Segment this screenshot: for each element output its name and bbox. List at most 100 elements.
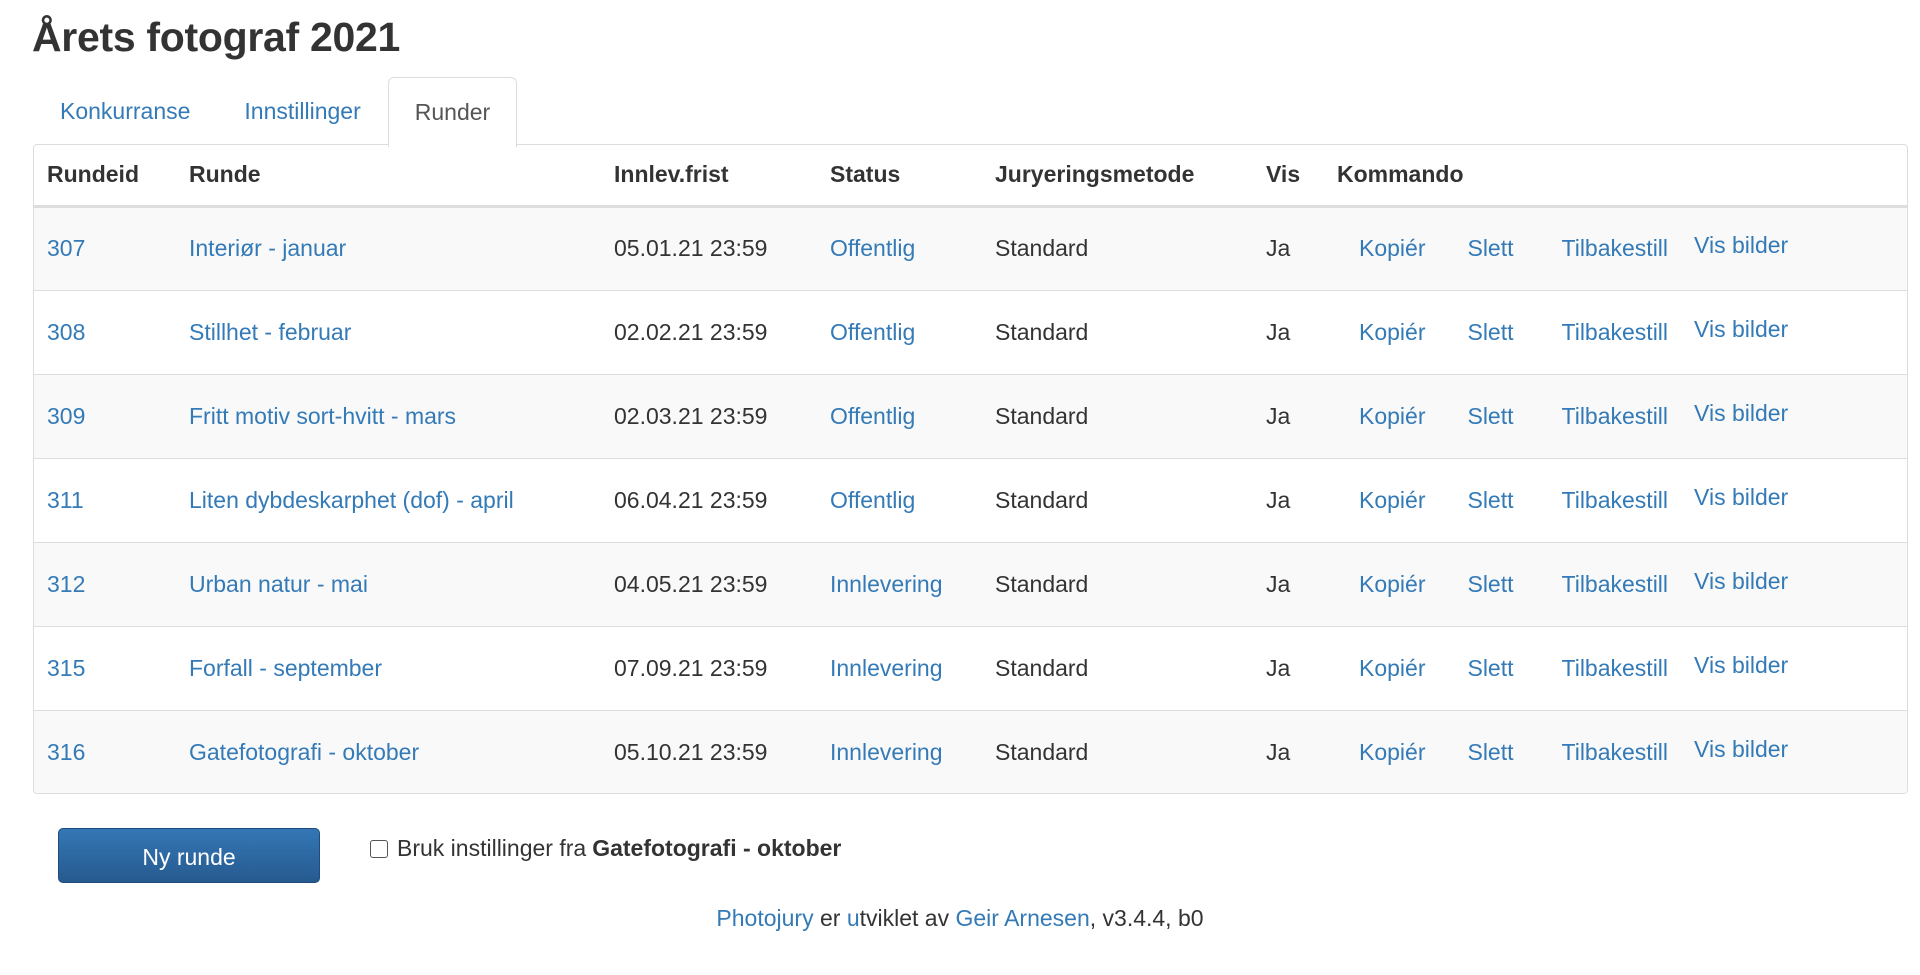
- round-name-link[interactable]: Urban natur - mai: [189, 571, 368, 597]
- table-body: 307 Interiør - januar 05.01.21 23:59 Offent…: [34, 205, 1907, 793]
- copy-round-link[interactable]: Kopiér: [1359, 571, 1425, 598]
- copy-round-link[interactable]: Kopiér: [1359, 655, 1425, 682]
- row-deadline: 05.01.21 23:59: [601, 205, 817, 290]
- round-id-link[interactable]: 307: [47, 235, 85, 261]
- round-status-link[interactable]: Offentlig: [830, 319, 915, 345]
- copy-round-link[interactable]: Kopiér: [1359, 319, 1425, 346]
- round-name-link[interactable]: Forfall - september: [189, 655, 382, 681]
- row-method: Standard: [982, 541, 1253, 626]
- row-name-cell[interactable]: Liten dybdeskarphet (dof) - april: [176, 457, 601, 542]
- delete-round-link[interactable]: Slett: [1467, 739, 1513, 766]
- round-id-link[interactable]: 312: [47, 571, 85, 597]
- row-id-link[interactable]: 315: [34, 625, 176, 710]
- row-show: Ja: [1253, 205, 1324, 290]
- round-status-link[interactable]: Innlevering: [830, 571, 943, 597]
- row-name-cell[interactable]: Interiør - januar: [176, 205, 601, 290]
- row-name-cell[interactable]: Stillhet - februar: [176, 289, 601, 374]
- footer-u-link[interactable]: u: [847, 905, 860, 931]
- delete-round-link[interactable]: Slett: [1467, 235, 1513, 262]
- row-commands: Kopiér Slett Tilbakestill Vis bilder: [1324, 709, 1907, 793]
- footer-text-utviklet: tviklet av: [859, 905, 950, 931]
- round-name-link[interactable]: Fritt motiv sort-hvitt - mars: [189, 403, 456, 429]
- tab-runder[interactable]: Runder: [387, 77, 518, 147]
- round-id-link[interactable]: 315: [47, 655, 85, 681]
- round-name-link[interactable]: Liten dybdeskarphet (dof) - april: [189, 487, 514, 513]
- use-settings-checkbox[interactable]: [370, 839, 388, 858]
- row-name-cell[interactable]: Fritt motiv sort-hvitt - mars: [176, 373, 601, 458]
- row-status-cell[interactable]: Offentlig: [817, 289, 982, 374]
- show-images-link[interactable]: Vis bilder: [1694, 232, 1788, 259]
- table-row: 311 Liten dybdeskarphet (dof) - april 06.0…: [34, 457, 1907, 542]
- round-id-link[interactable]: 316: [47, 739, 85, 765]
- row-id-link[interactable]: 308: [34, 289, 176, 374]
- author-link[interactable]: Geir Arnesen: [956, 905, 1090, 931]
- round-status-link[interactable]: Offentlig: [830, 235, 915, 261]
- row-commands: Kopiér Slett Tilbakestill Vis bilder: [1324, 373, 1907, 458]
- reset-round-link[interactable]: Tilbakestill: [1562, 655, 1669, 682]
- delete-round-link[interactable]: Slett: [1467, 403, 1513, 430]
- reset-round-link[interactable]: Tilbakestill: [1562, 739, 1669, 766]
- round-id-link[interactable]: 308: [47, 319, 85, 345]
- photojury-link[interactable]: Photojury: [716, 905, 813, 931]
- round-status-link[interactable]: Innlevering: [830, 655, 943, 681]
- copy-round-link[interactable]: Kopiér: [1359, 235, 1425, 262]
- reset-round-link[interactable]: Tilbakestill: [1562, 403, 1669, 430]
- show-images-link[interactable]: Vis bilder: [1694, 652, 1788, 679]
- use-settings-round-name: Gatefotografi - oktober: [592, 835, 842, 861]
- footer: Photojury er utviklet av Geir Arnesen, v…: [0, 905, 1920, 932]
- header-rundeid: Rundeid: [34, 145, 176, 208]
- row-status-cell[interactable]: Offentlig: [817, 457, 982, 542]
- round-name-link[interactable]: Gatefotografi - oktober: [189, 739, 419, 765]
- copy-round-link[interactable]: Kopiér: [1359, 487, 1425, 514]
- show-images-link[interactable]: Vis bilder: [1694, 736, 1788, 763]
- delete-round-link[interactable]: Slett: [1467, 571, 1513, 598]
- show-images-link[interactable]: Vis bilder: [1694, 316, 1788, 343]
- delete-round-link[interactable]: Slett: [1467, 655, 1513, 682]
- row-method: Standard: [982, 289, 1253, 374]
- round-name-link[interactable]: Interiør - januar: [189, 235, 346, 261]
- show-images-link[interactable]: Vis bilder: [1694, 484, 1788, 511]
- row-deadline: 05.10.21 23:59: [601, 709, 817, 793]
- row-status-cell[interactable]: Innlevering: [817, 541, 982, 626]
- reset-round-link[interactable]: Tilbakestill: [1562, 571, 1669, 598]
- row-status-cell[interactable]: Innlevering: [817, 625, 982, 710]
- show-images-link[interactable]: Vis bilder: [1694, 400, 1788, 427]
- tab-konkurranse[interactable]: Konkurranse: [33, 77, 217, 145]
- round-status-link[interactable]: Offentlig: [830, 403, 915, 429]
- row-id-link[interactable]: 316: [34, 709, 176, 793]
- round-status-link[interactable]: Offentlig: [830, 487, 915, 513]
- row-status-cell[interactable]: Offentlig: [817, 205, 982, 290]
- round-id-link[interactable]: 311: [47, 487, 84, 513]
- table-row: 315 Forfall - september 07.09.21 23:59 Innl…: [34, 625, 1907, 710]
- row-id-link[interactable]: 307: [34, 205, 176, 290]
- row-id-link[interactable]: 312: [34, 541, 176, 626]
- header-vis: Vis: [1253, 145, 1324, 208]
- row-name-cell[interactable]: Forfall - september: [176, 625, 601, 710]
- row-id-link[interactable]: 311: [34, 457, 176, 542]
- row-method: Standard: [982, 457, 1253, 542]
- row-name-cell[interactable]: Gatefotografi - oktober: [176, 709, 601, 793]
- delete-round-link[interactable]: Slett: [1467, 319, 1513, 346]
- round-id-link[interactable]: 309: [47, 403, 85, 429]
- row-show: Ja: [1253, 289, 1324, 374]
- row-status-cell[interactable]: Offentlig: [817, 373, 982, 458]
- header-kommando: Kommando: [1324, 145, 1907, 208]
- tab-innstillinger[interactable]: Innstillinger: [217, 77, 387, 145]
- round-status-link[interactable]: Innlevering: [830, 739, 943, 765]
- row-id-link[interactable]: 309: [34, 373, 176, 458]
- reset-round-link[interactable]: Tilbakestill: [1562, 487, 1669, 514]
- new-round-button[interactable]: Ny runde: [58, 828, 320, 883]
- row-status-cell[interactable]: Innlevering: [817, 709, 982, 793]
- copy-round-link[interactable]: Kopiér: [1359, 403, 1425, 430]
- round-name-link[interactable]: Stillhet - februar: [189, 319, 351, 345]
- reset-round-link[interactable]: Tilbakestill: [1562, 319, 1669, 346]
- show-images-link[interactable]: Vis bilder: [1694, 568, 1788, 595]
- table-row: 309 Fritt motiv sort-hvitt - mars 02.03.21…: [34, 373, 1907, 458]
- row-show: Ja: [1253, 709, 1324, 793]
- row-commands: Kopiér Slett Tilbakestill Vis bilder: [1324, 541, 1907, 626]
- row-name-cell[interactable]: Urban natur - mai: [176, 541, 601, 626]
- copy-round-link[interactable]: Kopiér: [1359, 739, 1425, 766]
- reset-round-link[interactable]: Tilbakestill: [1562, 235, 1669, 262]
- delete-round-link[interactable]: Slett: [1467, 487, 1513, 514]
- table-row: 316 Gatefotografi - oktober 05.10.21 23:59…: [34, 709, 1907, 793]
